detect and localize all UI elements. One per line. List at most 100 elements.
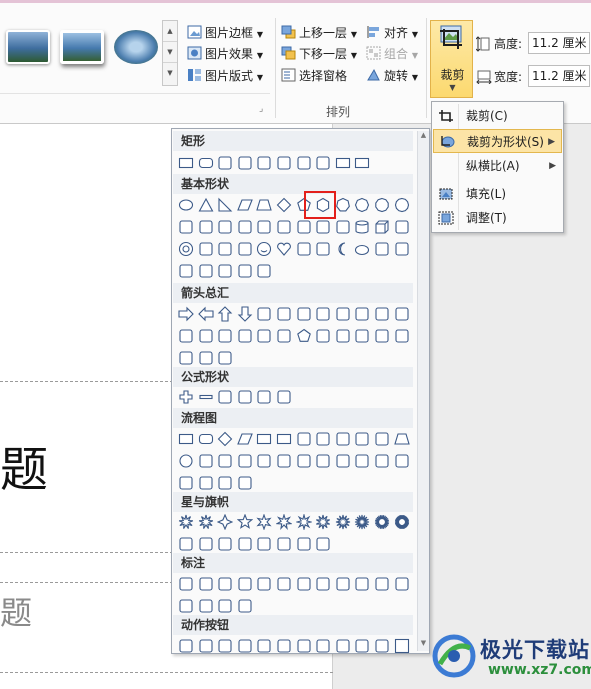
star7-shape-icon[interactable] xyxy=(276,514,292,530)
star10-shape-icon[interactable] xyxy=(315,514,331,530)
adown-shape-icon[interactable] xyxy=(237,306,253,322)
cline-shape-icon[interactable] xyxy=(178,598,194,614)
scroll-shape-icon[interactable] xyxy=(256,536,272,552)
group-button[interactable]: 组合 ▼ xyxy=(366,44,418,64)
bracket-shape-icon[interactable] xyxy=(198,263,214,279)
scroll-up-icon[interactable]: ▲ xyxy=(418,131,429,143)
cline-shape-icon[interactable] xyxy=(256,576,272,592)
round2-shape-icon[interactable] xyxy=(315,155,331,171)
pie-shape-icon[interactable] xyxy=(178,219,194,235)
display-shape-icon[interactable] xyxy=(237,475,253,491)
calllr-shape-icon[interactable] xyxy=(178,350,194,366)
merge-shape-icon[interactable] xyxy=(354,453,370,469)
dialog-launcher-icon[interactable]: ⌟ xyxy=(259,104,269,114)
plus-shape-icon[interactable] xyxy=(178,389,194,405)
heart-shape-icon[interactable] xyxy=(276,241,292,257)
menu-item-crop-to-shape[interactable]: 裁剪为形状(S) ▶ xyxy=(433,129,562,153)
tear-shape-icon[interactable] xyxy=(217,219,233,235)
octagon-shape-icon[interactable] xyxy=(354,197,370,213)
gallery-scrollbar[interactable]: ▲ ▼ ▼ xyxy=(162,20,178,86)
snipr-shape-icon[interactable] xyxy=(256,155,272,171)
quad-shape-icon[interactable] xyxy=(296,306,312,322)
lrup-shape-icon[interactable] xyxy=(315,306,331,322)
picture-border-button[interactable]: 图片边框 ▼ xyxy=(187,23,263,43)
decagon-shape-icon[interactable] xyxy=(374,197,390,213)
arc-shape-icon[interactable] xyxy=(217,241,233,257)
donut-shape-icon[interactable] xyxy=(178,241,194,257)
striped-shape-icon[interactable] xyxy=(256,328,272,344)
oval-shape-icon[interactable] xyxy=(178,197,194,213)
diag-shape-icon[interactable] xyxy=(296,219,312,235)
mult-shape-icon[interactable] xyxy=(217,389,233,405)
star4-shape-icon[interactable] xyxy=(217,514,234,530)
curve-shape-icon[interactable] xyxy=(178,328,194,344)
bevel-shape-icon[interactable] xyxy=(394,219,410,235)
picture-style-thumb-2[interactable] xyxy=(60,30,104,64)
ribbon-shape-icon[interactable] xyxy=(237,536,253,552)
rotate-button[interactable]: 旋转 ▼ xyxy=(366,66,418,86)
doc-shape-icon[interactable] xyxy=(296,431,312,447)
ribbon-shape-icon[interactable] xyxy=(178,536,194,552)
rtri-shape-icon[interactable] xyxy=(217,197,233,213)
delay-shape-icon[interactable] xyxy=(394,453,410,469)
ccloud-shape-icon[interactable] xyxy=(237,576,253,592)
rect-shape-icon[interactable] xyxy=(178,431,194,447)
extract-shape-icon[interactable] xyxy=(335,453,351,469)
dodecagon-shape-icon[interactable] xyxy=(394,197,410,213)
crop-button[interactable]: 裁剪 ▼ xyxy=(430,20,473,98)
wave-shape-icon[interactable] xyxy=(315,536,331,552)
can-shape-icon[interactable] xyxy=(354,219,370,235)
send-backward-button[interactable]: 下移一层 ▼ xyxy=(281,44,357,64)
cross-shape-icon[interactable] xyxy=(315,219,331,235)
diamond-shape-icon[interactable] xyxy=(217,431,233,447)
selection-pane-button[interactable]: 选择窗格 xyxy=(281,66,347,86)
cround-shape-icon[interactable] xyxy=(198,576,214,592)
cline-shape-icon[interactable] xyxy=(217,598,233,614)
calll-shape-icon[interactable] xyxy=(374,328,390,344)
align-button[interactable]: 对齐 ▼ xyxy=(366,23,418,43)
diamond-shape-icon[interactable] xyxy=(276,197,292,213)
abmovie-shape-icon[interactable] xyxy=(315,638,331,654)
calld-shape-icon[interactable] xyxy=(354,328,370,344)
term-shape-icon[interactable] xyxy=(335,431,351,447)
bracel-shape-icon[interactable] xyxy=(237,263,253,279)
coval-shape-icon[interactable] xyxy=(217,576,233,592)
cline-shape-icon[interactable] xyxy=(394,576,410,592)
callr-shape-icon[interactable] xyxy=(335,328,351,344)
manual-shape-icon[interactable] xyxy=(374,431,390,447)
absound-shape-icon[interactable] xyxy=(354,638,370,654)
menu-item-fit[interactable]: 调整(T) xyxy=(433,206,562,230)
offpage-shape-icon[interactable] xyxy=(198,453,214,469)
disk-shape-icon[interactable] xyxy=(217,475,233,491)
burst-shape-icon[interactable] xyxy=(178,514,194,530)
cube-shape-icon[interactable] xyxy=(374,219,390,235)
card-shape-icon[interactable] xyxy=(217,453,233,469)
sort-shape-icon[interactable] xyxy=(315,453,331,469)
burst-shape-icon[interactable] xyxy=(198,514,214,530)
round1-shape-icon[interactable] xyxy=(296,155,312,171)
gallery-more-button[interactable]: ▼ xyxy=(163,63,177,84)
crect-shape-icon[interactable] xyxy=(178,576,194,592)
mag-shape-icon[interactable] xyxy=(198,475,214,491)
abhelp-shape-icon[interactable] xyxy=(374,638,390,654)
picture-effects-button[interactable]: 图片效果 ▼ xyxy=(187,44,263,64)
star5-shape-icon[interactable] xyxy=(236,514,253,530)
wave-shape-icon[interactable] xyxy=(296,536,312,552)
ribbon-shape-icon[interactable] xyxy=(198,536,214,552)
cloud-shape-icon[interactable] xyxy=(354,241,370,257)
rect-shape-icon[interactable] xyxy=(256,431,272,447)
heptagon-shape-icon[interactable] xyxy=(335,197,351,213)
abret-shape-icon[interactable] xyxy=(296,638,312,654)
cline-shape-icon[interactable] xyxy=(354,576,370,592)
curve-shape-icon[interactable] xyxy=(237,328,253,344)
picture-layout-button[interactable]: 图片版式 ▼ xyxy=(187,66,263,86)
alr-shape-icon[interactable] xyxy=(256,306,272,322)
bracketr-shape-icon[interactable] xyxy=(217,263,233,279)
cline-shape-icon[interactable] xyxy=(315,576,331,592)
or-shape-icon[interactable] xyxy=(276,453,292,469)
arc-shape-icon[interactable] xyxy=(374,241,390,257)
star6-shape-icon[interactable] xyxy=(256,514,272,530)
cline-shape-icon[interactable] xyxy=(276,576,292,592)
rect-shape-icon[interactable] xyxy=(178,155,194,171)
noentry-shape-icon[interactable] xyxy=(198,241,214,257)
